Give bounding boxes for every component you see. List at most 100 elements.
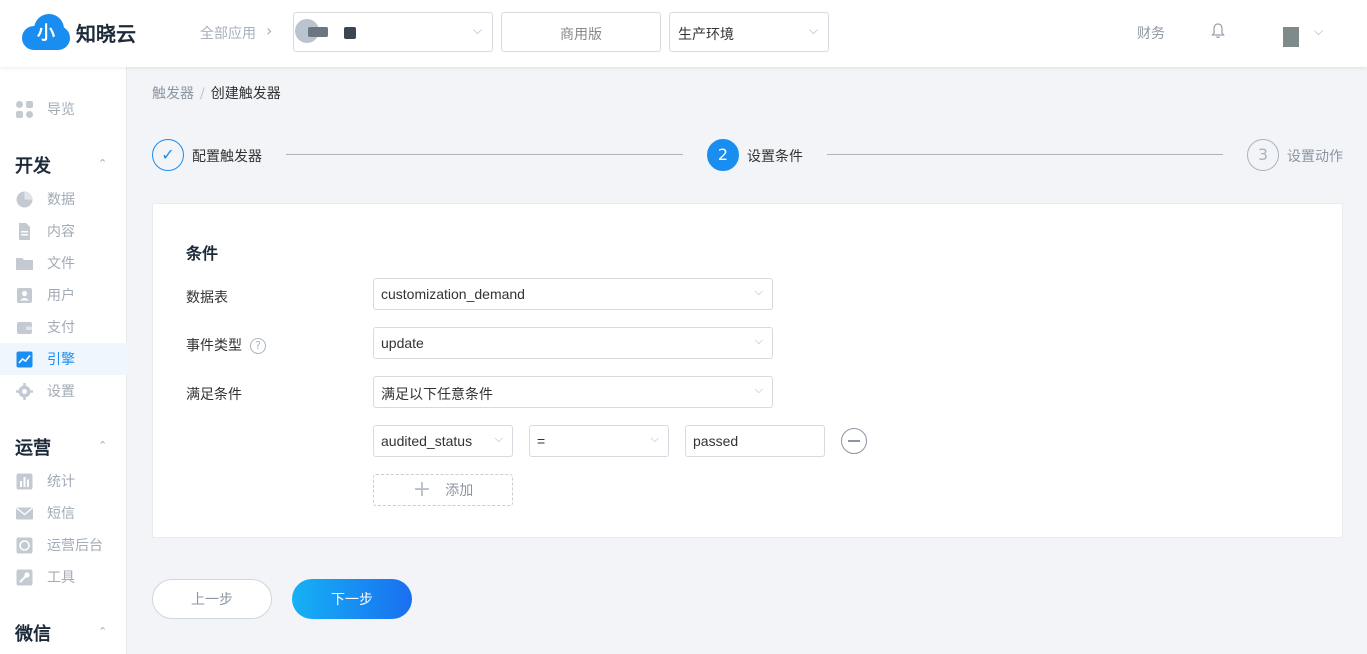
logo-text: 知晓云 [76,21,136,46]
sidebar-item-label: 工具 [47,570,75,586]
chevron-down-icon: ⌵ [472,23,482,37]
breadcrumb-current: 创建触发器 [210,86,281,102]
breadcrumb-separator: / [200,86,205,102]
all-apps-link[interactable]: 全部应用 [200,23,256,43]
sidebar-item-content[interactable]: 内容 [0,215,127,247]
add-condition-label: 添加 [445,483,474,499]
event-type-select[interactable]: update ⌵ [373,327,773,359]
sidebar-item-label: 文件 [47,256,75,272]
chevron-up-icon[interactable]: ⌃ [98,439,107,452]
breadcrumb: 触发器 / 创建触发器 [152,83,281,103]
admin-icon [16,537,33,553]
app-avatar-detail [308,27,328,37]
sidebar-item-sms[interactable]: 短信 [0,497,127,529]
sidebar-item-settings[interactable]: 设置 [0,375,127,407]
match-mode-value: 满足以下任意条件 [381,386,493,402]
plus-icon: + [412,477,432,502]
sidebar-group-dev[interactable]: 开发 [15,152,51,178]
sidebar-item-label: 用户 [47,288,75,304]
card-title: 条件 [186,244,219,263]
app-select[interactable]: ⌵ [293,12,493,52]
environment-value: 生产环境 [678,27,734,43]
condition-operator-select[interactable]: = ⌵ [529,425,669,457]
step-2-marker: 2 [707,139,739,171]
prev-step-button[interactable]: 上一步 [152,579,272,619]
next-step-button[interactable]: 下一步 [292,579,412,619]
chevron-up-icon[interactable]: ⌃ [98,625,107,638]
sidebar-group-ops[interactable]: 运营 [15,434,51,460]
cloud-logo-icon: 小 [22,14,70,50]
sidebar-item-data[interactable]: 数据 [0,183,127,215]
event-type-label: 事件类型 [186,338,242,354]
sidebar-item-payment[interactable]: 支付 [0,311,127,343]
match-mode-select[interactable]: 满足以下任意条件 ⌵ [373,376,773,408]
sidebar-item-overview[interactable]: 导览 [0,93,127,125]
chevron-down-icon: ⌵ [754,285,763,298]
condition-field-select[interactable]: audited_status ⌵ [373,425,513,457]
event-type-label-wrap: 事件类型? [186,335,266,355]
bar-chart-icon [16,473,33,489]
pie-chart-icon [16,191,33,207]
sidebar-item-label: 支付 [47,320,75,336]
chevron-down-icon: ⌵ [754,383,763,396]
bell-icon[interactable] [1210,22,1226,40]
sidebar-group-wechat[interactable]: 微信 [15,620,51,646]
help-icon[interactable]: ? [250,338,266,354]
breadcrumb-parent[interactable]: 触发器 [152,86,194,102]
step-1-check-icon: ✓ [152,139,184,171]
match-label: 满足条件 [186,387,242,403]
sidebar-item-label: 设置 [47,384,75,400]
envelope-icon [16,506,33,519]
sidebar-item-label: 导览 [47,102,75,118]
chevron-right-icon: › [266,21,273,40]
step-1-label: 配置触发器 [192,149,262,165]
user-avatar[interactable] [1283,27,1299,47]
logo[interactable]: 小 知晓云 [22,14,136,50]
chevron-down-icon: ⌵ [808,23,818,37]
sidebar-item-users[interactable]: 用户 [0,279,127,311]
condition-value-input[interactable] [685,425,825,457]
sidebar-item-tools[interactable]: 工具 [0,561,127,593]
sidebar-item-files[interactable]: 文件 [0,247,127,279]
table-select-value: customization_demand [381,286,525,302]
conditions-card: 条件 数据表 customization_demand ⌵ 事件类型? upda… [152,203,1343,538]
grid-icon [16,100,33,118]
top-header: 小 知晓云 全部应用 › ⌵ 商用版 生产环境 ⌵ 财务 ⌵ [0,0,1367,67]
user-icon [17,287,32,303]
environment-select[interactable]: 生产环境 ⌵ [669,12,829,52]
app-name-redacted [344,27,356,39]
sidebar-item-label: 引擎 [47,352,75,368]
sidebar-item-ops-admin[interactable]: 运营后台 [0,529,127,561]
version-box[interactable]: 商用版 [501,12,661,52]
table-select[interactable]: customization_demand ⌵ [373,278,773,310]
add-condition-button[interactable]: + 添加 [373,474,513,506]
chevron-down-icon[interactable]: ⌵ [1314,24,1323,39]
chevron-down-icon: ⌵ [494,432,503,445]
event-type-value: update [381,335,424,351]
trend-chart-icon [16,351,33,367]
sidebar-item-label: 统计 [47,474,75,490]
step-3-label: 设置动作 [1287,149,1343,165]
step-2-label: 设置条件 [747,149,803,165]
sidebar-item-label: 短信 [47,506,75,522]
finance-link[interactable]: 财务 [1137,23,1165,43]
chevron-up-icon[interactable]: ⌃ [98,157,107,170]
sidebar: 导览 开发 ⌃ 数据 内容 文件 用户 支付 引擎 设置 运营 ⌃ 统计 短信 [0,67,127,654]
step-connector [827,154,1223,155]
condition-field-value: audited_status [381,433,473,449]
sidebar-item-stats[interactable]: 统计 [0,465,127,497]
chevron-down-icon: ⌵ [650,432,659,445]
document-icon [19,222,30,240]
wrench-icon [16,569,33,585]
chevron-down-icon: ⌵ [754,334,763,347]
table-label: 数据表 [186,290,228,306]
condition-operator-value: = [537,433,546,449]
remove-condition-icon[interactable] [841,428,867,454]
wallet-icon [17,321,32,334]
step-3-marker: 3 [1247,139,1279,171]
gear-icon [16,382,33,400]
sidebar-item-label: 内容 [47,224,75,240]
sidebar-item-label: 运营后台 [47,538,103,554]
sidebar-item-engine[interactable]: 引擎 [0,343,127,375]
folder-icon [16,257,33,270]
